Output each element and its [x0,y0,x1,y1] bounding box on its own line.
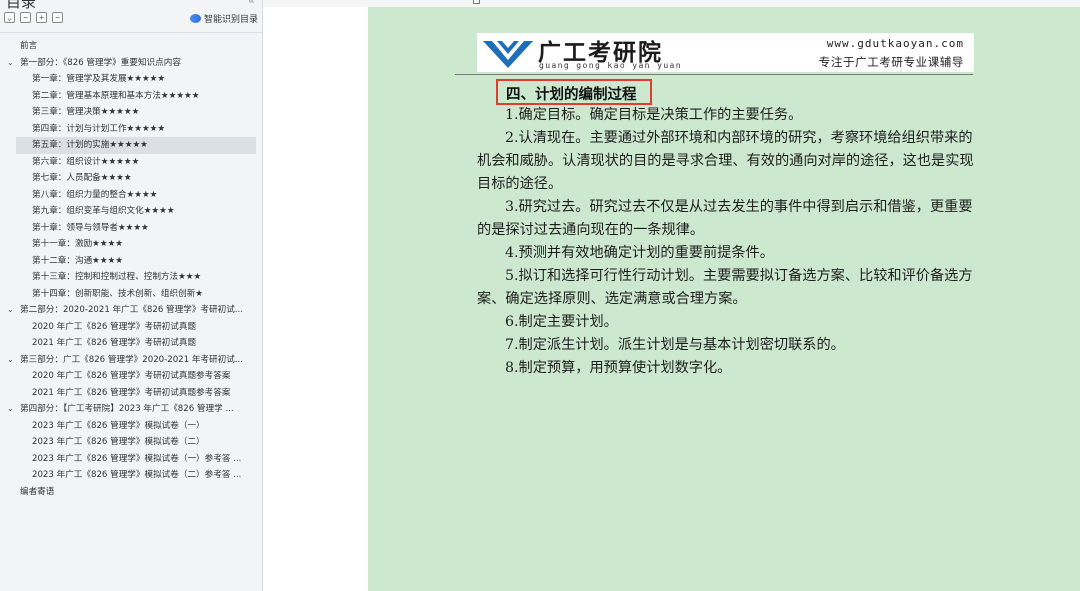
toc-item[interactable]: 编者寄语 [0,484,262,501]
toc-item[interactable]: 第十章：领导与领导者★★★★ [0,220,262,237]
document-header: 广工考研院 guang gong kao yan yuan www.gdutka… [477,33,974,72]
chevron-down-icon[interactable]: ⌄ [7,352,14,369]
toc-item-label: 2023 年广工《826 管理学》模拟试卷（二） [32,437,205,447]
add-bookmark-icon[interactable]: + [36,12,47,23]
toc-item-label: 编者寄语 [20,486,55,497]
collapse-all-icon[interactable]: − [20,12,31,23]
paragraph-line: 机会和威胁。认清现状的目的是寻求合理、有效的通向对岸的途径，这也是实现 [477,153,974,169]
toc-item-label: 第三章：管理决策★★★★★ [32,107,140,117]
toc-item-label: 第九章：组织变革与组织文化★★★★ [32,206,175,216]
paragraph-line: 案、确定选择原则、选定满意或合理方案。 [477,291,747,307]
toc-item-label: 2023 年广工《826 管理学》模拟试卷（一）参考答 ... [32,453,242,464]
paragraph-line: 2.认清现在。主要通过外部环境和内部环境的研究，考察环境给组织带来的 [505,130,973,146]
toc-item[interactable]: 第三章：管理决策★★★★★ [0,104,262,121]
toc-item-label: 第十二章：沟通★★★★ [32,255,123,266]
smart-toc-label: 智能识别目录 [204,15,259,25]
toc-item-label: 2023 年广工《826 管理学》模拟试卷（二）参考答 ... [32,470,242,480]
toc-item[interactable]: 第十一章：激励★★★★ [0,236,262,253]
toc-item[interactable]: 2023 年广工《826 管理学》模拟试卷（二） [0,434,262,451]
toc-item[interactable]: 第七章：人员配备★★★★ [0,170,262,187]
toc-item-label: 第五章：计划的实施★★★★★ [32,140,148,150]
brand-pinyin: guang gong kao yan yuan [539,61,682,70]
toc-item-label: 第一章：管理学及其发展★★★★★ [32,74,166,84]
toc-item[interactable]: 第四章：计划与计划工作★★★★★ [0,121,262,138]
paragraph-line: 的是探讨过去通向现在的一条规律。 [477,222,705,238]
panel-gap [263,0,368,591]
toc-item[interactable]: ⌄ 第三部分：广工《826 管理学》2020-2021 年考研初试... [0,352,262,369]
paragraph-line: 目标的途径。 [477,176,563,192]
collapse-panel-icon[interactable]: « [248,0,255,7]
toc-toolbar: ⌄ − + − [4,12,63,26]
toc-item[interactable]: 第十三章：控制和控制过程、控制方法★★★ [0,269,262,286]
toc-item-label: 前言 [20,41,38,51]
toc-item[interactable]: 第六章：组织设计★★★★★ [0,154,262,171]
expand-all-icon[interactable]: ⌄ [4,12,15,23]
chevron-down-icon[interactable]: ⌄ [7,55,14,72]
toc-item-label: 第二部分：2020-2021 年广工《826 管理学》考研初试... [20,305,243,315]
chevron-down-icon[interactable]: ⌄ [7,302,14,319]
toc-item-label: 第十一章：激励★★★★ [32,239,123,249]
toc-item[interactable]: 第二章：管理基本原理和基本方法★★★★★ [0,88,262,105]
toc-item-label: 第八章：组织力量的整合★★★★ [32,189,158,200]
site-url: www.gdutkaoyan.com [826,37,964,50]
toc-item[interactable]: 第五章：计划的实施★★★★★ [16,137,256,154]
toc-panel: 目录 « ⌄ − + − 智能识别目录 前言 ⌄ 第一部分：《826 管理学》重要知… [0,0,263,591]
document-page: 广工考研院 guang gong kao yan yuan www.gdutka… [368,7,1080,591]
site-slogan: 专注于广工考研专业课辅导 [818,55,964,69]
paragraph-line: 8.制定预算，用预算使计划数字化。 [505,360,732,376]
toc-item[interactable]: 前言 [0,38,262,55]
section-title-highlight: 四、计划的编制过程 [496,79,652,105]
cursor-marker-icon [473,0,480,4]
brand-logo-icon [483,41,533,68]
ai-cloud-icon [190,14,201,23]
toc-item-label: 2020 年广工《826 管理学》考研初试真题 [32,321,197,332]
toc-divider [0,32,262,33]
toc-item-label: 第七章：人员配备★★★★ [32,173,132,183]
toc-item[interactable]: 2021 年广工《826 管理学》考研初试真题 [0,335,262,352]
paragraph-line: 1.确定目标。确定目标是决策工作的主要任务。 [505,107,803,123]
smart-toc-button[interactable]: 智能识别目录 [190,12,258,25]
toc-item[interactable]: 第十四章：创新职能、技术创新、组织创新★ [0,286,262,303]
toc-item[interactable]: 2020 年广工《826 管理学》考研初试真题 [0,319,262,336]
header-rule [455,74,973,75]
paragraph-line: 4.预测并有效地确定计划的重要前提条件。 [505,245,774,261]
toc-item-label: 2021 年广工《826 管理学》考研初试真题参考答案 [32,387,231,398]
toc-item[interactable]: ⌄ 第二部分：2020-2021 年广工《826 管理学》考研初试... [0,302,262,319]
toc-item-label: 2020 年广工《826 管理学》考研初试真题参考答案 [32,371,231,381]
toc-item[interactable]: ⌄ 第一部分：《826 管理学》重要知识点内容 [0,55,262,72]
toc-item-label: 2021 年广工《826 管理学》考研初试真题 [32,338,197,348]
toc-item[interactable]: 2020 年广工《826 管理学》考研初试真题参考答案 [0,368,262,385]
toc-item[interactable]: 第八章：组织力量的整合★★★★ [0,187,262,204]
toc-item-label: 第一部分：《826 管理学》重要知识点内容 [20,57,181,68]
top-bar [263,0,1080,7]
toc-item-label: 第二章：管理基本原理和基本方法★★★★★ [32,90,200,101]
paragraph-line: 7.制定派生计划。派生计划是与基本计划密切联系的。 [505,337,845,353]
paragraph-line: 3.研究过去。研究过去不仅是从过去发生的事件中得到启示和借鉴，更重要 [505,199,973,215]
toc-item-label: 第六章：组织设计★★★★★ [32,156,140,167]
toc-item-label: 第十四章：创新职能、技术创新、组织创新★ [32,288,203,299]
toc-item[interactable]: 第十二章：沟通★★★★ [0,253,262,270]
toc-item[interactable]: ⌄ 第四部分：【广工考研院】2023 年广工《826 管理学 ... [0,401,262,418]
chevron-down-icon[interactable]: ⌄ [7,401,14,418]
toc-header-title: 目录 [6,0,37,11]
toc-item-label: 2023 年广工《826 管理学》模拟试卷（一） [32,420,205,431]
paragraph-line: 6.制定主要计划。 [505,314,618,330]
toc-item[interactable]: 第一章：管理学及其发展★★★★★ [0,71,262,88]
toc-item[interactable]: 第九章：组织变革与组织文化★★★★ [0,203,262,220]
paragraph-line: 5.拟订和选择可行性行动计划。主要需要拟订备选方案、比较和评价备选方 [505,268,973,284]
toc-item-label: 第三部分：广工《826 管理学》2020-2021 年考研初试... [20,354,243,365]
toc-item[interactable]: 2023 年广工《826 管理学》模拟试卷（一）参考答 ... [0,451,262,468]
remove-bookmark-icon[interactable]: − [52,12,63,23]
toc-item-label: 第十章：领导与领导者★★★★ [32,222,149,233]
section-title: 四、计划的编制过程 [506,86,637,103]
toc-item[interactable]: 2023 年广工《826 管理学》模拟试卷（一） [0,418,262,435]
toc-item[interactable]: 2023 年广工《826 管理学》模拟试卷（二）参考答 ... [0,467,262,484]
toc-item-label: 第四部分：【广工考研院】2023 年广工《826 管理学 ... [20,404,234,414]
toc-item-label: 第十三章：控制和控制过程、控制方法★★★ [32,272,202,282]
toc-list: 前言 ⌄ 第一部分：《826 管理学》重要知识点内容 第一章：管理学及其发展★★★★★… [0,38,262,500]
toc-item[interactable]: 2021 年广工《826 管理学》考研初试真题参考答案 [0,385,262,402]
toc-item-label: 第四章：计划与计划工作★★★★★ [32,123,166,134]
